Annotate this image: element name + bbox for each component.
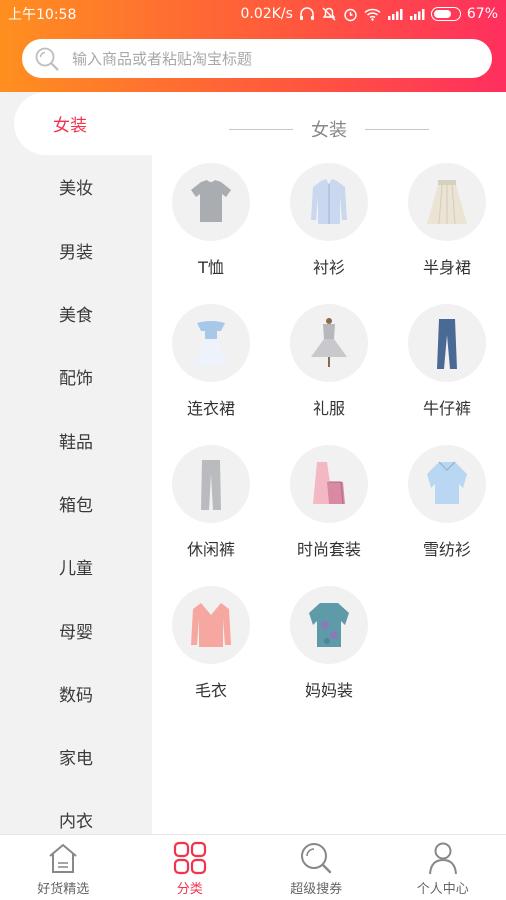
status-time: 上午10:58 — [8, 7, 77, 23]
category-label: 衬衫 — [312, 258, 345, 277]
tab-profile[interactable]: 个人中心 — [380, 835, 506, 900]
mute-icon — [322, 7, 336, 21]
search-bar[interactable] — [22, 39, 492, 78]
section-header: 女装 — [152, 116, 506, 142]
skirt-icon — [408, 163, 486, 241]
battery-icon — [430, 7, 461, 21]
sidebar-item-baby[interactable]: 母婴 — [0, 598, 152, 661]
jeans-icon — [408, 304, 486, 382]
sidebar-item-label: 数码 — [59, 685, 93, 706]
dress-icon — [172, 304, 250, 382]
mom-wear-icon — [290, 586, 368, 664]
sidebar-item-label: 男装 — [59, 242, 93, 263]
sidebar-item-label: 美食 — [59, 306, 93, 327]
category-item-fashion-set[interactable]: 时尚套装 — [270, 444, 388, 572]
category-content: 女装 T恤 衬衫 半身裙 连衣裙 礼服 牛仔裤 休闲裤 时尚套装 雪纺衫 毛衣 … — [152, 92, 506, 834]
category-label: 礼服 — [312, 399, 345, 418]
sidebar-item-label: 家电 — [59, 749, 93, 770]
sweater-icon — [172, 586, 250, 664]
network-speed: 0.02K/s — [240, 6, 293, 22]
tab-coupon-search[interactable]: 超级搜券 — [253, 835, 380, 900]
category-sidebar: 女装 美妆 男装 美食 配饰 鞋品 箱包 儿童 母婴 数码 家电 内衣 — [0, 92, 152, 834]
category-label: 雪纺衫 — [422, 540, 471, 559]
category-label: 休闲裤 — [186, 540, 235, 559]
section-title: 女装 — [311, 120, 347, 141]
bottom-tab-bar: 好货精选 分类 超级搜券 个人中心 — [0, 834, 506, 900]
sidebar-item-bags[interactable]: 箱包 — [0, 472, 152, 535]
headset-icon — [299, 7, 314, 20]
sidebar-item-food[interactable]: 美食 — [0, 282, 152, 345]
category-grid-icon — [173, 841, 206, 875]
sidebar-item-men-clothing[interactable]: 男装 — [0, 219, 152, 282]
signal-icon-2 — [409, 9, 425, 20]
sidebar-item-kids[interactable]: 儿童 — [0, 535, 152, 598]
gown-icon — [290, 304, 368, 382]
sidebar-item-women-clothing[interactable]: 女装 — [14, 92, 152, 156]
category-item-dress[interactable]: 连衣裙 — [152, 303, 270, 431]
sidebar-item-shoes[interactable]: 鞋品 — [0, 408, 152, 471]
search-input[interactable] — [72, 49, 452, 68]
category-label: 牛仔裤 — [422, 399, 471, 418]
category-item-jeans[interactable]: 牛仔裤 — [388, 303, 506, 431]
category-item-casual-pants[interactable]: 休闲裤 — [152, 444, 270, 572]
category-item-sweater[interactable]: 毛衣 — [152, 585, 270, 713]
sidebar-item-label: 儿童 — [59, 559, 93, 580]
sidebar-item-appliances[interactable]: 家电 — [0, 725, 152, 788]
casual-pants-icon — [172, 445, 250, 523]
shirt-icon — [290, 163, 368, 241]
user-icon — [428, 842, 457, 875]
divider — [365, 128, 429, 130]
category-label: 时尚套装 — [296, 540, 361, 559]
category-grid: T恤 衬衫 半身裙 连衣裙 礼服 牛仔裤 休闲裤 时尚套装 雪纺衫 毛衣 妈妈装 — [152, 162, 506, 713]
signal-icon — [387, 9, 403, 20]
status-bar: 上午10:58 0.02K/s 67% — [0, 0, 506, 28]
sidebar-item-digital[interactable]: 数码 — [0, 662, 152, 725]
tab-category[interactable]: 分类 — [127, 835, 254, 900]
category-item-mom-wear[interactable]: 妈妈装 — [270, 585, 388, 713]
search-icon — [301, 843, 332, 874]
sidebar-item-label: 配饰 — [59, 369, 93, 390]
category-item-chiffon-blouse[interactable]: 雪纺衫 — [388, 444, 506, 572]
divider — [229, 128, 293, 130]
category-item-shirt[interactable]: 衬衫 — [270, 162, 388, 290]
category-label: 连衣裙 — [186, 399, 235, 418]
alarm-icon — [344, 8, 357, 21]
sidebar-item-accessories[interactable]: 配饰 — [0, 345, 152, 408]
sidebar-item-label: 母婴 — [59, 622, 93, 643]
category-label: T恤 — [198, 258, 224, 277]
chiffon-blouse-icon — [408, 445, 486, 523]
tab-label: 个人中心 — [416, 882, 469, 897]
sidebar-item-label: 内衣 — [59, 812, 93, 833]
category-label: 妈妈装 — [304, 681, 353, 700]
tshirt-icon — [172, 163, 250, 241]
category-label: 毛衣 — [194, 681, 227, 700]
category-item-skirt[interactable]: 半身裙 — [388, 162, 506, 290]
battery-percent: 67% — [466, 6, 498, 22]
sidebar-item-label: 美妆 — [59, 179, 93, 200]
search-icon — [35, 47, 59, 71]
sidebar-item-label: 女装 — [53, 116, 87, 137]
fashion-set-icon — [290, 445, 368, 523]
status-icons: 0.02K/s 67% — [241, 6, 499, 22]
sidebar-item-label: 箱包 — [59, 495, 93, 516]
sidebar-item-beauty[interactable]: 美妆 — [0, 155, 152, 218]
tab-home[interactable]: 好货精选 — [0, 835, 127, 900]
app-header: 上午10:58 0.02K/s 67% — [0, 0, 506, 92]
category-item-gown[interactable]: 礼服 — [270, 303, 388, 431]
home-icon — [49, 844, 77, 873]
tab-label: 超级搜券 — [290, 882, 343, 897]
category-label: 半身裙 — [422, 258, 471, 277]
tab-label: 分类 — [176, 882, 203, 897]
category-item-tshirt[interactable]: T恤 — [152, 162, 270, 290]
sidebar-item-label: 鞋品 — [59, 432, 93, 453]
tab-label: 好货精选 — [37, 882, 90, 897]
wifi-icon — [364, 8, 381, 21]
sidebar-item-underwear[interactable]: 内衣 — [0, 788, 152, 834]
